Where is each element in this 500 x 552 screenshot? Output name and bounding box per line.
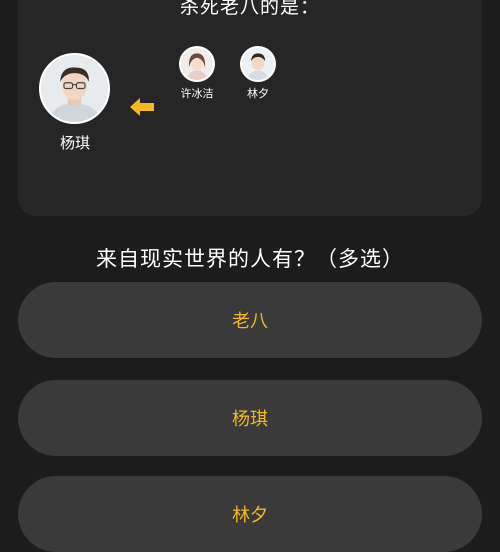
victim-avatar-xu — [179, 46, 215, 82]
left-arrow-icon — [130, 98, 154, 116]
victim-name-lin: 林夕 — [247, 87, 269, 100]
option-button-3[interactable]: 林夕 — [18, 476, 482, 552]
result-title: 杀死老八的是： — [179, 0, 320, 18]
option-button-1[interactable]: 老八 — [18, 282, 482, 358]
victim-name-xu: 许冰洁 — [180, 87, 214, 100]
killer-name: 杨琪 — [59, 134, 90, 152]
person-avatar-icon — [41, 55, 108, 122]
victim-avatar-lin — [240, 46, 276, 82]
person-avatar-icon — [242, 48, 274, 80]
question-text: 来自现实世界的人有？（多选） — [96, 247, 404, 271]
person-avatar-icon — [181, 48, 213, 80]
killer-avatar — [39, 53, 110, 124]
option-button-2[interactable]: 杨琪 — [18, 380, 482, 456]
